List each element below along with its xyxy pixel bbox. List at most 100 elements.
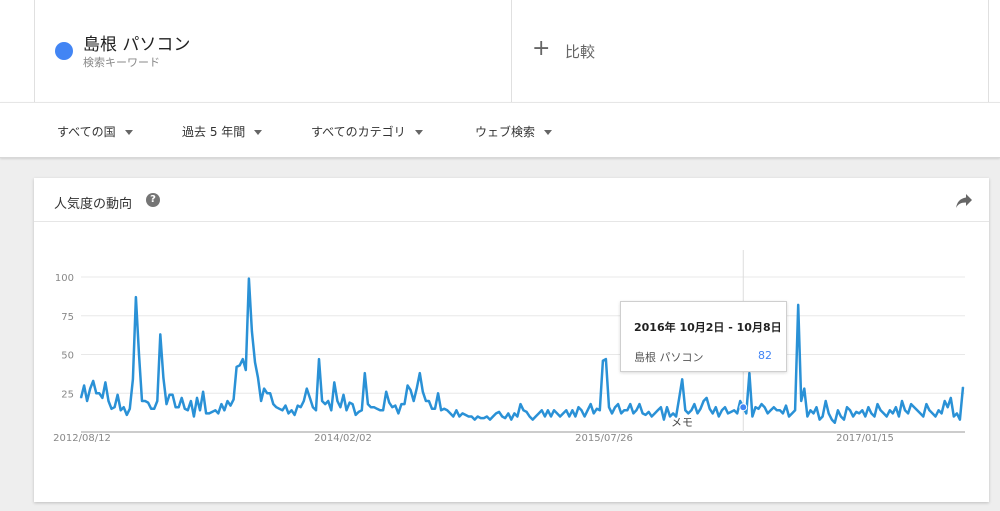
filter-region-dropdown[interactable]: すべての国 <box>57 123 133 140</box>
data-point <box>788 415 790 418</box>
data-point <box>712 412 714 414</box>
data-point <box>870 412 873 414</box>
data-point <box>934 415 937 418</box>
data-point <box>883 412 885 414</box>
data-point <box>480 417 482 419</box>
data-point <box>434 408 436 410</box>
data-point <box>837 409 839 411</box>
data-point <box>525 411 528 413</box>
trend-chart[interactable]: 25 50 75 100 2012/08/12 2014/02/02 2015/07/26… <box>0 178 1000 478</box>
data-point <box>452 415 454 418</box>
data-point <box>132 378 134 380</box>
data-point <box>757 408 760 410</box>
filter-search-type-dropdown[interactable]: ウェブ検索 <box>475 123 553 140</box>
data-point <box>406 384 409 387</box>
data-point <box>263 388 265 390</box>
data-point <box>431 408 433 410</box>
data-point <box>492 415 494 418</box>
data-point <box>397 412 399 414</box>
data-point <box>339 406 342 408</box>
data-point <box>489 419 491 421</box>
data-point <box>516 415 519 418</box>
data-point <box>159 333 161 335</box>
data-point <box>251 330 253 332</box>
data-point <box>587 409 589 411</box>
data-point <box>348 401 351 404</box>
data-point <box>706 397 708 399</box>
data-point <box>214 409 216 411</box>
annotation-label[interactable]: メモ <box>671 416 693 429</box>
data-point <box>318 358 320 360</box>
data-point <box>297 405 299 407</box>
data-point <box>327 400 329 402</box>
data-point <box>696 412 699 414</box>
data-point <box>846 406 848 408</box>
search-term-bar: 島根 パソコン 検索キーワード + 比較 <box>0 0 1000 102</box>
data-point <box>565 409 567 411</box>
data-point <box>922 415 924 418</box>
divider <box>34 0 35 102</box>
data-point <box>535 415 537 418</box>
data-point <box>101 397 103 399</box>
data-point <box>355 414 357 416</box>
data-point <box>138 353 140 356</box>
data-point <box>892 412 894 414</box>
data-point <box>199 409 201 411</box>
data-point <box>623 409 625 411</box>
compare-button[interactable]: 比較 <box>565 41 595 62</box>
data-point <box>428 400 430 402</box>
data-point <box>269 392 271 394</box>
data-point <box>498 411 500 413</box>
data-point <box>400 403 403 405</box>
filter-category-dropdown[interactable]: すべてのカテゴリ <box>311 123 423 140</box>
data-point <box>486 415 488 418</box>
data-point <box>666 406 668 408</box>
data-point <box>239 364 241 366</box>
caret-down-icon <box>254 130 263 135</box>
search-term-name[interactable]: 島根 パソコン <box>83 30 190 55</box>
data-point <box>718 415 720 418</box>
data-point <box>834 422 836 424</box>
data-point <box>599 409 601 411</box>
data-point <box>208 412 210 414</box>
data-point <box>187 409 189 411</box>
data-point <box>455 409 457 411</box>
data-point <box>120 409 122 411</box>
data-point <box>477 415 479 418</box>
data-point <box>422 391 424 393</box>
data-point <box>760 403 763 405</box>
highlighted-point[interactable] <box>739 403 748 412</box>
data-point <box>373 406 375 408</box>
data-point <box>141 400 143 402</box>
data-point <box>379 409 381 411</box>
data-point <box>507 412 509 414</box>
data-point <box>602 360 604 362</box>
data-point <box>541 409 543 411</box>
data-point <box>809 409 812 411</box>
data-point <box>205 412 207 414</box>
data-point <box>724 406 726 408</box>
data-point <box>117 394 119 396</box>
data-point <box>568 415 570 418</box>
filter-time-dropdown[interactable]: 過去 5 年間 <box>182 123 263 140</box>
plus-icon[interactable]: + <box>532 38 550 60</box>
data-point <box>904 409 906 411</box>
data-point <box>522 409 525 411</box>
data-point <box>281 409 284 411</box>
data-point <box>730 411 732 413</box>
data-point <box>461 412 464 414</box>
data-point <box>394 405 396 407</box>
data-point <box>260 400 262 402</box>
x-tick-label: 2017/01/15 <box>836 433 894 444</box>
y-axis-labels: 25 50 75 100 <box>55 273 74 400</box>
data-point <box>806 415 808 418</box>
data-point <box>916 409 918 411</box>
data-point <box>315 409 317 411</box>
data-point <box>635 409 638 411</box>
data-point <box>330 409 332 411</box>
x-tick-label: 2012/08/12 <box>53 433 111 444</box>
data-point <box>388 401 390 404</box>
data-point <box>266 392 268 394</box>
data-point <box>156 400 158 402</box>
data-point <box>702 400 705 402</box>
